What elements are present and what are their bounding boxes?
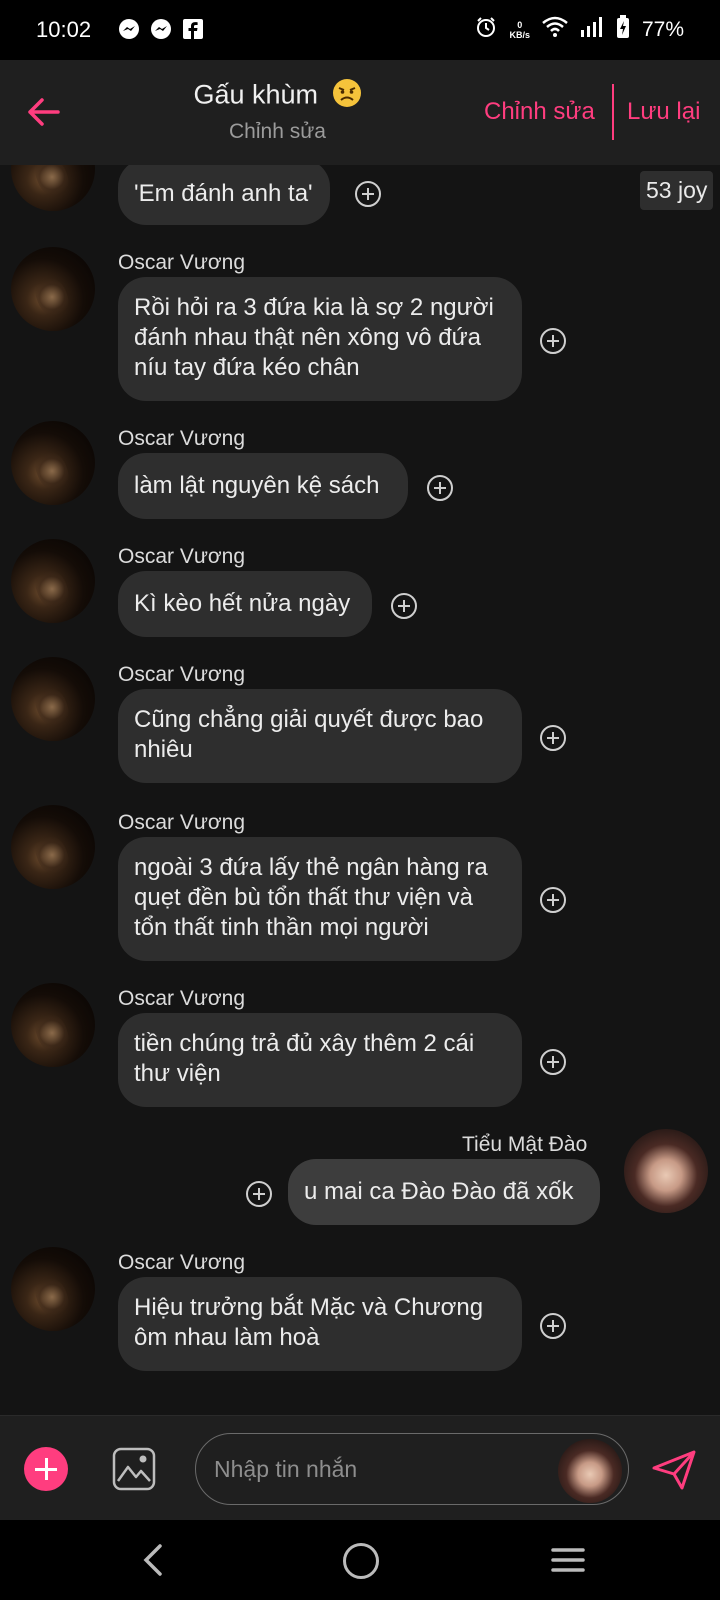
status-time: 10:02 — [36, 17, 92, 42]
message-line: tổn thất tinh thần mọi người — [134, 914, 429, 941]
avatar[interactable] — [11, 165, 95, 211]
chat-messages[interactable]: 'Em đánh anh ta' 53 joy Oscar Vương Rồi … — [0, 165, 720, 1415]
message-line: Rồi hỏi ra 3 đứa kia là sợ 2 người — [134, 294, 494, 321]
notification-icons — [118, 18, 204, 40]
add-reaction-icon[interactable] — [246, 1181, 272, 1207]
add-reaction-icon[interactable] — [540, 887, 566, 913]
net-speed: 0 KB/s — [509, 20, 530, 40]
message-line: thư viện — [134, 1060, 221, 1087]
avatar[interactable] — [11, 539, 95, 623]
message-line: ngoài 3 đứa lấy thẻ ngân hàng ra — [134, 854, 488, 881]
message-bubble[interactable]: 'Em đánh anh ta' — [118, 165, 330, 225]
signal-icon — [580, 16, 604, 44]
alarm-icon — [475, 16, 497, 44]
message-line: đánh nhau thật nên xông vô đứa — [134, 324, 482, 351]
sender-avatar[interactable] — [558, 1439, 622, 1503]
menu-icon — [551, 1548, 585, 1572]
header-divider — [612, 84, 614, 140]
nav-back-button[interactable] — [138, 1542, 168, 1578]
send-button[interactable] — [650, 1446, 698, 1494]
reaction-badge[interactable]: 53 joy — [640, 171, 714, 210]
battery-percent: 77% — [641, 18, 684, 41]
sender-name: Oscar Vương — [118, 1251, 246, 1274]
message-line: Hiệu trưởng bắt Mặc và Chương — [134, 1294, 484, 1321]
message-bubble[interactable]: ngoài 3 đứa lấy thẻ ngân hàng ra quẹt đề… — [118, 837, 522, 961]
add-reaction-icon[interactable] — [540, 1313, 566, 1339]
avatar[interactable] — [11, 1247, 95, 1331]
avatar[interactable] — [11, 983, 95, 1067]
sender-name: Oscar Vương — [118, 251, 246, 274]
message-bubble[interactable]: tiền chúng trả đủ xây thêm 2 cái thư việ… — [118, 1013, 522, 1107]
save-button[interactable]: Lưu lại — [627, 98, 700, 126]
chat-title: Gấu khùm — [0, 78, 555, 115]
chat-subtitle: Chỉnh sửa — [229, 120, 326, 143]
add-reaction-icon[interactable] — [540, 1049, 566, 1075]
message-bubble[interactable]: u mai ca Đào Đào đã xốk — [288, 1159, 600, 1225]
sender-name: Oscar Vương — [118, 427, 246, 450]
avatar[interactable] — [11, 657, 95, 741]
nav-recents-button[interactable] — [551, 1546, 585, 1574]
image-picker-button[interactable] — [112, 1447, 156, 1491]
nav-home-button[interactable] — [343, 1543, 379, 1579]
facebook-icon — [182, 18, 204, 40]
sender-name: Oscar Vương — [118, 987, 246, 1010]
message-text: u mai ca Đào Đào đã xốk — [304, 1178, 574, 1205]
avatar[interactable] — [11, 421, 95, 505]
chevron-left-icon — [143, 1544, 162, 1576]
add-reaction-icon[interactable] — [355, 181, 381, 207]
battery-icon — [616, 15, 630, 45]
message-bubble[interactable]: Hiệu trưởng bắt Mặc và Chương ôm nhau là… — [118, 1277, 522, 1371]
sender-name: Oscar Vương — [118, 811, 246, 834]
message-text: Kì kèo hết nửa ngày — [134, 590, 351, 617]
add-reaction-icon[interactable] — [427, 475, 453, 501]
status-bar: 10:02 0 KB/s 77% — [0, 0, 720, 60]
message-text: 'Em đánh anh ta' — [134, 180, 313, 207]
send-icon — [652, 1450, 696, 1490]
messenger-icon — [150, 18, 172, 40]
message-line: níu tay đứa kéo chân — [134, 354, 360, 381]
add-reaction-icon[interactable] — [540, 725, 566, 751]
composer-bar — [0, 1415, 720, 1521]
add-reaction-icon[interactable] — [540, 328, 566, 354]
messenger-icon — [118, 18, 140, 40]
avatar[interactable] — [624, 1129, 708, 1213]
avatar[interactable] — [11, 805, 95, 889]
message-line: Cũng chẳng giải quyết được bao — [134, 706, 484, 733]
chat-header: Gấu khùm Chỉnh sửa Chỉnh sửa Lưu lại — [0, 60, 720, 165]
sender-name: Oscar Vương — [118, 663, 246, 686]
edit-button[interactable]: Chỉnh sửa — [484, 98, 595, 126]
message-line: ôm nhau làm hoà — [134, 1324, 320, 1351]
status-right: 0 KB/s 77% — [475, 15, 684, 45]
message-text: làm lật nguyên kệ sách — [134, 472, 380, 499]
wifi-icon — [542, 16, 568, 44]
chat-title-text: Gấu khùm — [193, 79, 319, 110]
message-bubble[interactable]: Cũng chẳng giải quyết được bao nhiêu — [118, 689, 522, 783]
avatar[interactable] — [11, 247, 95, 331]
add-reaction-icon[interactable] — [391, 593, 417, 619]
message-line: tiền chúng trả đủ xây thêm 2 cái — [134, 1030, 475, 1057]
sender-name: Oscar Vương — [118, 545, 246, 568]
message-bubble[interactable]: Rồi hỏi ra 3 đứa kia là sợ 2 người đánh … — [118, 277, 522, 401]
message-line: nhiêu — [134, 736, 193, 763]
message-bubble[interactable]: làm lật nguyên kệ sách — [118, 453, 408, 519]
angry-face-emoji-icon — [332, 78, 362, 115]
image-icon — [112, 1447, 156, 1491]
message-bubble[interactable]: Kì kèo hết nửa ngày — [118, 571, 372, 637]
system-nav-bar — [0, 1520, 720, 1600]
add-attachment-button[interactable] — [24, 1447, 68, 1491]
sender-name: Tiểu Mật Đào — [462, 1133, 588, 1156]
message-line: quẹt đền bù tổn thất thư viện và — [134, 884, 473, 911]
